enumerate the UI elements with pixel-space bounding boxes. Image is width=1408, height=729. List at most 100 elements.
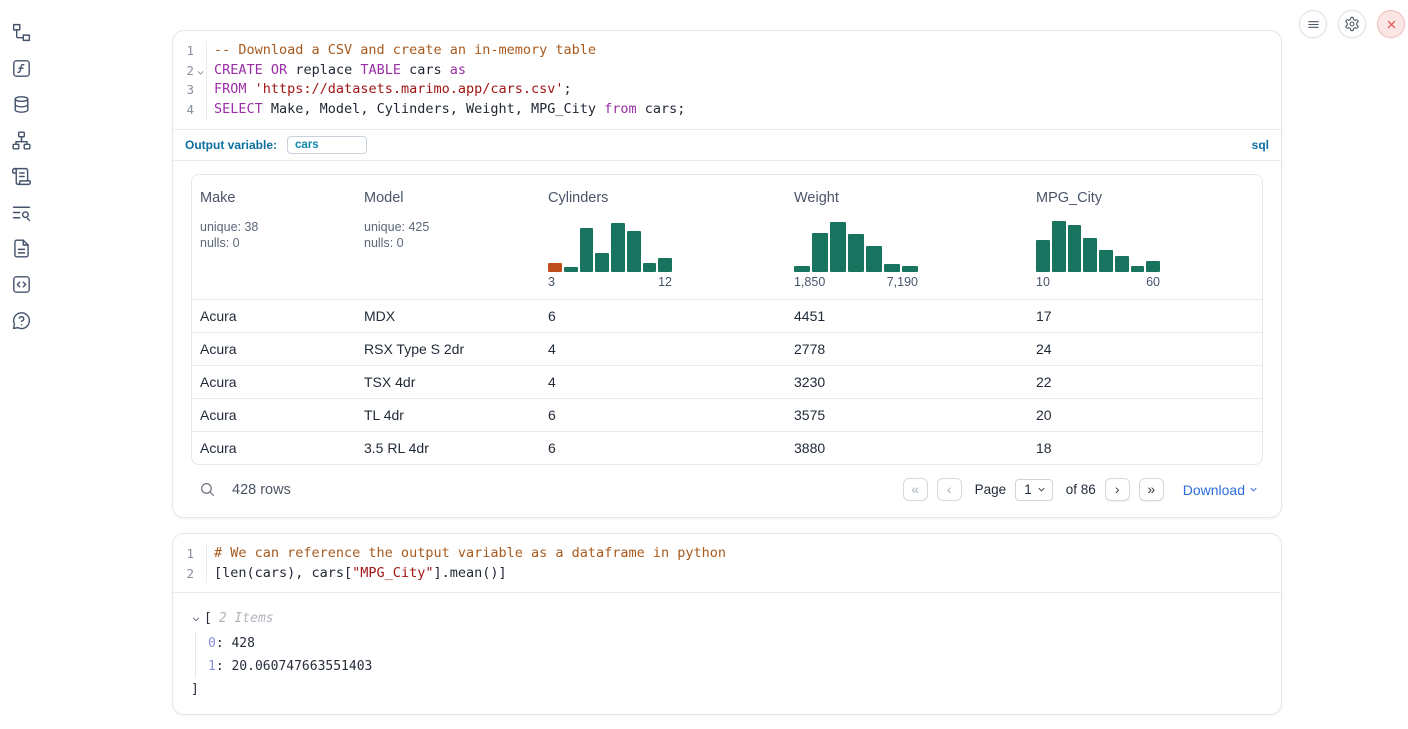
histogram-bar xyxy=(794,266,810,272)
tree-items: 0: 4281: 20.060747663551403 xyxy=(195,633,1281,678)
table-cell: 4 xyxy=(540,374,786,390)
table-body: AcuraMDX6445117AcuraRSX Type S 2dr427782… xyxy=(192,299,1262,464)
histogram-bar xyxy=(884,264,900,272)
table-cell: 18 xyxy=(1028,440,1262,456)
output-variable-row: Output variable: sql xyxy=(173,129,1281,161)
code-line: 1-- Download a CSV and create an in-memo… xyxy=(173,41,1281,61)
shutdown-button[interactable] xyxy=(1377,10,1405,38)
histogram-bars xyxy=(794,220,918,272)
code-editor-line[interactable]: FROM 'https://datasets.marimo.app/cars.c… xyxy=(206,80,1281,100)
left-sidebar xyxy=(0,0,42,331)
table-cell: 4 xyxy=(540,341,786,357)
function-icon[interactable] xyxy=(10,57,32,79)
sql-code-editor[interactable]: 1-- Download a CSV and create an in-memo… xyxy=(173,31,1281,129)
histogram-bar xyxy=(848,234,864,272)
line-number: 1 xyxy=(173,41,206,61)
menu-icon xyxy=(1306,17,1321,32)
settings-button[interactable] xyxy=(1338,10,1366,38)
tree-entry: 0: 428 xyxy=(208,633,1281,656)
column-name[interactable]: Model xyxy=(364,190,404,206)
notebook-area: 1-- Download a CSV and create an in-memo… xyxy=(172,30,1282,715)
next-page-button[interactable]: › xyxy=(1105,478,1130,501)
tree-items-count: 2 Items xyxy=(219,609,274,629)
download-button[interactable]: Download xyxy=(1183,482,1259,498)
dependency-graph-icon[interactable] xyxy=(10,129,32,151)
table-row[interactable]: Acura3.5 RL 4dr6388018 xyxy=(192,431,1262,464)
histogram-bar xyxy=(1036,240,1050,272)
code-editor-line[interactable]: # We can reference the output variable a… xyxy=(206,544,1281,564)
fold-chevron-icon[interactable] xyxy=(196,68,205,77)
table-cell: Acura xyxy=(192,407,356,423)
line-number: 2 xyxy=(173,564,206,584)
output-variable-input[interactable] xyxy=(287,136,367,154)
chevron-down-icon xyxy=(1248,484,1259,495)
table-row[interactable]: AcuraRSX Type S 2dr4277824 xyxy=(192,332,1262,365)
file-explorer-icon[interactable] xyxy=(10,21,32,43)
table-cell: 6 xyxy=(540,407,786,423)
table-header: Make unique: 38nulls: 0 Model unique: 425nu… xyxy=(192,175,1262,299)
column-header: Weight1,8507,190 xyxy=(786,175,1028,299)
tree-entry: 1: 20.060747663551403 xyxy=(208,656,1281,679)
snippets-icon[interactable] xyxy=(10,273,32,295)
last-page-button[interactable]: » xyxy=(1139,478,1164,501)
column-name[interactable]: Cylinders xyxy=(548,190,608,206)
column-header: Cylinders 312 xyxy=(540,175,786,299)
pagination: « ‹ Page 1 of 86 › » Download xyxy=(903,478,1259,501)
page-select[interactable]: 1 xyxy=(1015,479,1053,501)
code-editor-line[interactable]: SELECT Make, Model, Cylinders, Weight, M… xyxy=(206,100,1281,120)
code-editor-line[interactable]: CREATE OR replace TABLE cars as xyxy=(206,61,1281,81)
histogram-bar xyxy=(595,253,609,272)
table-row[interactable]: AcuraTSX 4dr4323022 xyxy=(192,365,1262,398)
help-icon[interactable] xyxy=(10,309,32,331)
table-cell: MDX xyxy=(356,308,540,324)
data-table: Make unique: 38nulls: 0 Model unique: 425nu… xyxy=(191,174,1263,465)
tree-close-bracket: ] xyxy=(191,680,1281,700)
column-name[interactable]: Make xyxy=(200,190,235,206)
histogram-bar xyxy=(866,246,882,272)
table-cell: Acura xyxy=(192,308,356,324)
column-name[interactable]: MPG_City xyxy=(1036,190,1102,206)
table-cell: 3880 xyxy=(786,440,1028,456)
histogram-bar xyxy=(812,233,828,272)
table-cell: Acura xyxy=(192,341,356,357)
table-cell: 20 xyxy=(1028,407,1262,423)
histogram-bar xyxy=(643,263,657,272)
row-count: 428 rows xyxy=(232,482,291,498)
histogram-bar xyxy=(658,258,672,272)
python-output-tree: [ 2 Items 0: 4281: 20.060747663551403 ] xyxy=(173,593,1281,714)
collapse-chevron-icon[interactable] xyxy=(191,614,201,624)
scratchpad-icon[interactable] xyxy=(10,165,32,187)
search-button[interactable] xyxy=(199,481,216,498)
menu-button[interactable] xyxy=(1299,10,1327,38)
top-right-controls xyxy=(1299,10,1405,38)
documentation-icon[interactable] xyxy=(10,237,32,259)
column-stats: unique: 425nulls: 0 xyxy=(364,219,540,252)
output-variable-label: Output variable: xyxy=(185,138,277,152)
code-editor-line[interactable]: [len(cars), cars["MPG_City"].mean()] xyxy=(206,564,1281,584)
tree-open-bracket: [ xyxy=(204,609,212,629)
code-editor-line[interactable]: -- Download a CSV and create an in-memor… xyxy=(206,41,1281,61)
sql-cell: 1-- Download a CSV and create an in-memo… xyxy=(172,30,1282,518)
histogram-bars xyxy=(1036,220,1160,272)
column-name[interactable]: Weight xyxy=(794,190,839,206)
table-row[interactable]: AcuraTL 4dr6357520 xyxy=(192,398,1262,431)
logs-icon[interactable] xyxy=(10,201,32,223)
table-cell: 4451 xyxy=(786,308,1028,324)
column-histogram: 312 xyxy=(548,220,672,289)
table-cell: 6 xyxy=(540,440,786,456)
table-cell: Acura xyxy=(192,374,356,390)
table-cell: 6 xyxy=(540,308,786,324)
histogram-bar xyxy=(627,231,641,272)
footer-left: 428 rows xyxy=(199,481,291,498)
table-row[interactable]: AcuraMDX6445117 xyxy=(192,299,1262,332)
histogram-axis-labels: 1060 xyxy=(1036,275,1160,289)
prev-page-button: ‹ xyxy=(937,478,962,501)
column-header: Model unique: 425nulls: 0 xyxy=(356,175,540,299)
table-cell: Acura xyxy=(192,440,356,456)
line-number: 4 xyxy=(173,100,206,120)
sql-output-area: Make unique: 38nulls: 0 Model unique: 425nu… xyxy=(173,161,1281,517)
python-code-editor[interactable]: 1# We can reference the output variable … xyxy=(173,534,1281,593)
column-stats: unique: 38nulls: 0 xyxy=(200,219,356,252)
database-icon[interactable] xyxy=(10,93,32,115)
download-label: Download xyxy=(1183,482,1245,498)
